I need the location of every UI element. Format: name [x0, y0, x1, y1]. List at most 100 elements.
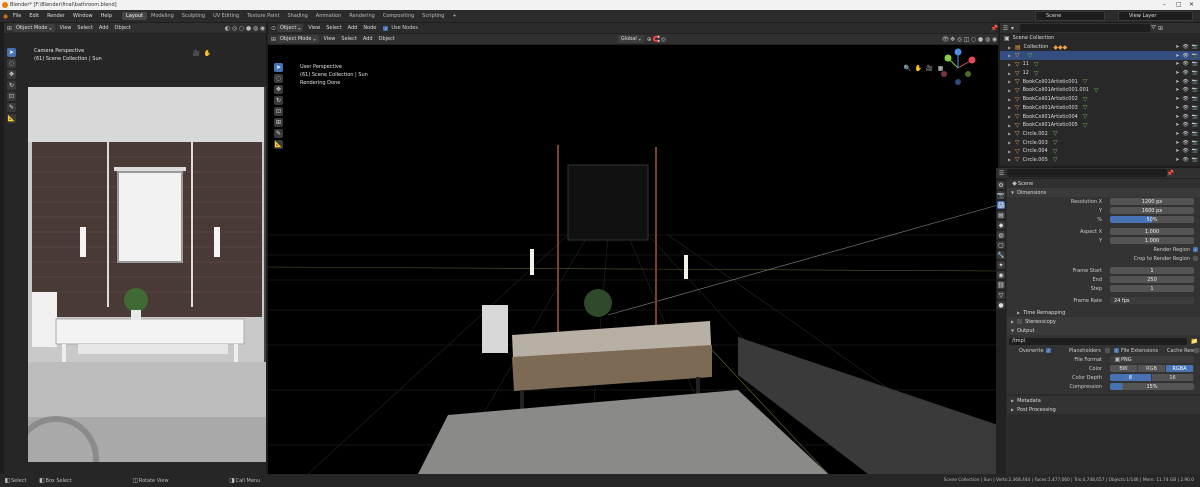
left-shading-solid-icon[interactable]: ● — [245, 25, 252, 32]
frame-end-field[interactable]: 250 — [1110, 276, 1194, 283]
eye-icon[interactable]: 👁 — [1182, 148, 1188, 154]
outliner-item[interactable]: ▶ ▽ Circle.003 ▽ ➤ 👁 📷 — [1000, 138, 1200, 147]
measure-tool-icon[interactable]: 📐 — [7, 114, 16, 123]
expand-icon[interactable]: ▶ — [1008, 88, 1015, 93]
outliner-display-icon[interactable]: ▾ — [1009, 25, 1016, 32]
left-shading-icon[interactable]: ◐ — [224, 25, 231, 32]
resolution-percent-slider[interactable]: 50% — [1110, 216, 1194, 223]
menu-file[interactable]: File — [9, 13, 25, 19]
color-bw-button[interactable]: BW — [1110, 365, 1138, 372]
outliner-item[interactable]: ▶ ▽ 12 ▽ ➤ 👁 📷 — [1000, 69, 1200, 78]
aspect-y-field[interactable]: 1.000 — [1110, 237, 1194, 244]
object-properties-icon[interactable]: ▢ — [997, 241, 1005, 249]
file-extensions-checkbox[interactable]: ✓ — [1114, 348, 1119, 353]
outliner-item[interactable]: ▶ ▽ ▽ ➤ 👁 📷 — [1000, 51, 1200, 61]
left-overlay-icon[interactable]: ◎ — [231, 25, 238, 32]
left-pan-icon[interactable]: ✋ — [204, 50, 211, 57]
dimensions-panel-header[interactable]: ▼ Dimensions — [1007, 188, 1200, 197]
selectable-icon[interactable]: ➤ — [1175, 148, 1179, 154]
crop-region-checkbox[interactable] — [1193, 256, 1198, 261]
main-mode-dropdown[interactable]: Object Mode — [277, 35, 319, 43]
move-tool-icon[interactable]: ✥ — [7, 70, 16, 79]
tab-shading[interactable]: Shading — [283, 12, 311, 20]
eye-icon[interactable]: 👁 — [1182, 79, 1188, 85]
physics-properties-icon[interactable]: ◉ — [997, 271, 1005, 279]
left-shading-render-icon[interactable]: ◉ — [259, 25, 266, 32]
expand-icon[interactable]: ▶ — [1008, 140, 1015, 145]
shading-render-icon[interactable]: ◉ — [991, 36, 998, 43]
eye-icon[interactable]: 👁 — [1182, 87, 1188, 93]
annotate-tool-icon[interactable]: ✎ — [7, 103, 16, 112]
output-path-input[interactable]: /tmp\ — [1009, 338, 1187, 345]
eye-icon[interactable]: 👁 — [1182, 61, 1188, 67]
render-camera-icon[interactable]: 📷 — [1192, 157, 1198, 163]
folder-icon[interactable]: 📁 — [1191, 338, 1198, 345]
transform-orientation-dropdown[interactable]: Global — [617, 35, 644, 43]
tab-scripting[interactable]: Scripting — [418, 12, 448, 20]
blender-menu-icon[interactable]: ◉ — [2, 13, 9, 20]
eye-icon[interactable]: 👁 — [1182, 70, 1188, 76]
constraint-properties-icon[interactable]: ⛓ — [997, 281, 1005, 289]
metadata-header[interactable]: ▶ Metadata — [1007, 396, 1200, 405]
left-menu-object[interactable]: Object — [112, 25, 134, 31]
properties-pin-icon[interactable]: 📌 — [1167, 170, 1174, 177]
main-editor-type-icon[interactable]: ⊞ — [270, 36, 277, 43]
frame-rate-dropdown[interactable]: 24 fps — [1110, 297, 1194, 304]
eye-icon[interactable]: 👁 — [1182, 105, 1188, 111]
main-menu-select[interactable]: Select — [338, 36, 359, 42]
left-camera-view-icon[interactable]: 🎥 — [193, 50, 200, 57]
outliner-item[interactable]: ▶ ▽ Circle.002 ▽ ➤ 👁 📷 — [1000, 130, 1200, 139]
eye-icon[interactable]: 👁 — [1182, 96, 1188, 102]
placeholders-checkbox[interactable] — [1105, 348, 1110, 353]
snap-icon[interactable]: 🧲 — [653, 36, 660, 43]
selectable-icon[interactable]: ➤ — [1175, 53, 1179, 59]
outliner-item[interactable]: ▶ ▽ BookColl01Artistic002 ▽ ➤ 👁 📷 — [1000, 95, 1200, 104]
left-shading-wire-icon[interactable]: ○ — [238, 25, 245, 32]
selectable-icon[interactable]: ➤ — [1175, 44, 1179, 50]
view-layer-selector[interactable]: View Layer — [1118, 11, 1193, 21]
expand-icon[interactable]: ▶ — [1008, 149, 1015, 154]
left-menu-view[interactable]: View — [57, 25, 75, 31]
file-format-dropdown[interactable]: ▣ PNG — [1110, 356, 1194, 363]
cursor-tool-icon[interactable]: ◌ — [7, 59, 16, 68]
post-processing-header[interactable]: ▶ Post Processing — [1007, 405, 1200, 414]
color-depth-8-button[interactable]: 8 — [1110, 374, 1152, 381]
xray-icon[interactable]: ◫ — [963, 36, 970, 43]
selectable-icon[interactable]: ➤ — [1175, 96, 1179, 102]
node-menu-select[interactable]: Select — [323, 25, 344, 31]
render-region-checkbox[interactable]: ✓ — [1193, 247, 1198, 252]
resolution-y-field[interactable]: 1600 px — [1110, 207, 1194, 214]
proportional-edit-icon[interactable]: ◎ — [660, 36, 667, 43]
time-remapping-header[interactable]: ▶ Time Remapping — [1007, 308, 1200, 317]
shading-wire-icon[interactable]: ○ — [970, 36, 977, 43]
eye-icon[interactable]: 👁 — [1182, 114, 1188, 120]
render-camera-icon[interactable]: 📷 — [1192, 148, 1198, 154]
tab-uv-editing[interactable]: UV Editing — [209, 12, 243, 20]
menu-help[interactable]: Help — [97, 13, 116, 19]
selectable-icon[interactable]: ➤ — [1175, 114, 1179, 120]
main-menu-view[interactable]: View — [321, 36, 339, 42]
outliner-root[interactable]: ▣ Scene Collection — [1000, 34, 1200, 43]
resolution-x-field[interactable]: 1200 px — [1110, 198, 1194, 205]
select-tool-icon[interactable]: ➤ — [7, 48, 16, 57]
close-icon[interactable]: ✕ — [1189, 1, 1194, 8]
node-object-dropdown[interactable]: Object — [277, 24, 304, 32]
expand-icon[interactable]: ▶ — [1008, 114, 1015, 119]
stereoscopy-header[interactable]: ▶ Stereoscopy — [1007, 317, 1200, 326]
menu-render[interactable]: Render — [43, 13, 69, 19]
tab-rendering[interactable]: Rendering — [345, 12, 379, 20]
tab-compositing[interactable]: Compositing — [379, 12, 418, 20]
expand-icon[interactable]: ▶ — [1008, 123, 1015, 128]
editor-type-icon[interactable]: ⊞ — [6, 25, 13, 32]
material-properties-icon[interactable]: ● — [997, 301, 1005, 309]
render-camera-icon[interactable]: 📷 — [1192, 96, 1198, 102]
view-layer-properties-icon[interactable]: ▤ — [997, 211, 1005, 219]
outliner-item[interactable]: ▶ ▤ Collection ◆◆◆ ➤ 👁 📷 — [1000, 43, 1200, 52]
tab-animation[interactable]: Animation — [312, 12, 346, 20]
output-properties-icon[interactable]: 🖨 — [997, 201, 1005, 209]
left-3d-viewport[interactable]: ⊞ Object Mode View Select Add Object ◐ ◎… — [4, 23, 266, 474]
menu-window[interactable]: Window — [69, 13, 97, 19]
main-menu-add[interactable]: Add — [360, 36, 376, 42]
minimize-icon[interactable]: – — [1163, 1, 1166, 8]
compression-slider[interactable]: 15% — [1110, 383, 1194, 390]
